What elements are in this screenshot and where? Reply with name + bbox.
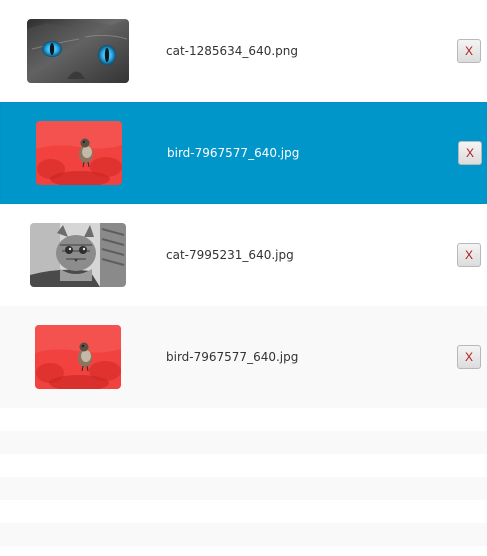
list-item[interactable]: cat-7995231_640.jpg X	[0, 204, 487, 306]
list-item[interactable]: cat-1285634_640.png X	[0, 0, 487, 102]
list-item-selected[interactable]: bird-7967577_640.jpg X	[0, 102, 487, 204]
thumbnail-container	[24, 102, 134, 204]
thumbnail-container	[23, 0, 133, 102]
cat-grayscale-photo	[30, 223, 126, 287]
thumbnail-container	[23, 306, 133, 408]
bird-red-flowers-photo	[35, 325, 121, 389]
thumbnail-container	[23, 204, 133, 306]
filename-label: cat-7995231_640.jpg	[166, 248, 294, 262]
filename-label: bird-7967577_640.jpg	[167, 146, 300, 160]
filename-label: bird-7967577_640.jpg	[166, 350, 299, 364]
bird-red-flowers-photo	[36, 121, 122, 185]
remove-button[interactable]: X	[457, 345, 481, 369]
remove-button[interactable]: X	[457, 243, 481, 267]
filename-label: cat-1285634_640.png	[166, 44, 298, 58]
empty-row	[0, 523, 487, 546]
empty-row	[0, 431, 487, 454]
image-list: cat-1285634_640.png X bird-7967577_640.j…	[0, 0, 487, 556]
remove-button[interactable]: X	[457, 39, 481, 63]
list-item[interactable]: bird-7967577_640.jpg X	[0, 306, 487, 408]
remove-button[interactable]: X	[458, 141, 482, 165]
empty-row	[0, 477, 487, 500]
cat-blue-eyes-photo	[27, 19, 129, 83]
